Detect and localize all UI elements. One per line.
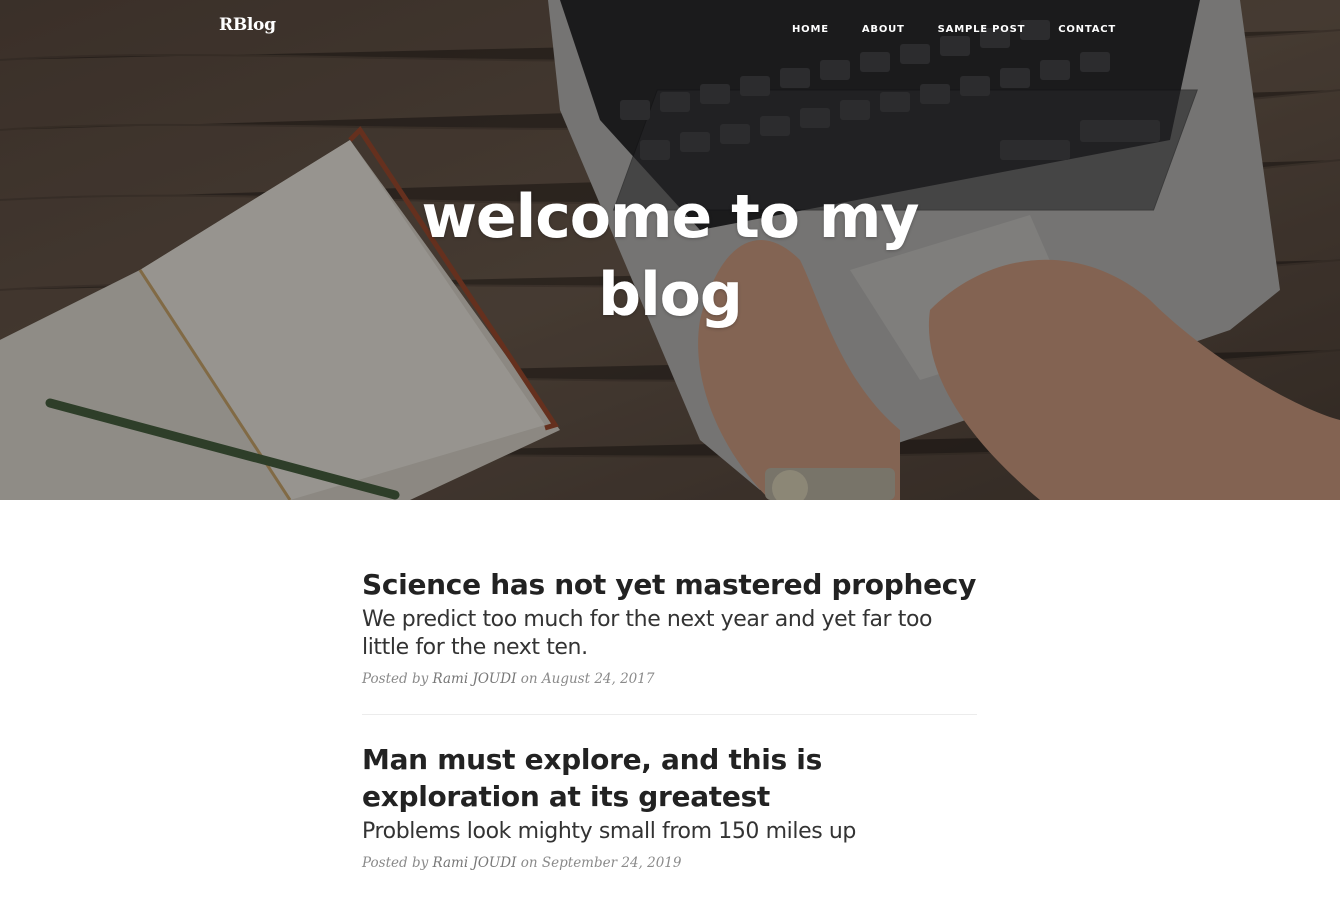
post-list: Science has not yet mastered prophecy We… bbox=[362, 566, 977, 871]
hero-title: welcome to my blog bbox=[370, 178, 970, 334]
nav-item-contact: CONTACT bbox=[1058, 19, 1116, 37]
post-item: Man must explore, and this is exploratio… bbox=[362, 741, 977, 871]
post-date: August 24, 2017 bbox=[541, 671, 655, 687]
post-meta-prefix: Posted by bbox=[362, 855, 429, 871]
post-link[interactable]: Man must explore, and this is exploratio… bbox=[362, 741, 977, 846]
post-meta-on: on bbox=[520, 671, 538, 687]
post-link[interactable]: Science has not yet mastered prophecy We… bbox=[362, 566, 977, 662]
hero-title-line2: blog bbox=[598, 260, 743, 330]
post-meta-prefix: Posted by bbox=[362, 671, 429, 687]
nav-item-sample-post: SAMPLE POST bbox=[938, 19, 1026, 37]
nav-item-about: ABOUT bbox=[862, 19, 905, 37]
post-meta-on: on bbox=[520, 855, 538, 871]
post-subtitle: We predict too much for the next year an… bbox=[362, 607, 933, 660]
nav-link-home[interactable]: HOME bbox=[792, 24, 829, 35]
post-title: Science has not yet mastered prophecy bbox=[362, 568, 977, 601]
brand-logo[interactable]: RBlog bbox=[219, 15, 276, 35]
post-subtitle: Problems look mighty small from 150 mile… bbox=[362, 819, 856, 844]
post-title: Man must explore, and this is exploratio… bbox=[362, 743, 822, 813]
nav-link-sample-post[interactable]: SAMPLE POST bbox=[938, 24, 1026, 35]
masthead: RBlog HOME ABOUT SAMPLE POST CONTACT wel… bbox=[0, 0, 1340, 500]
post-item: Science has not yet mastered prophecy We… bbox=[362, 566, 977, 687]
post-divider bbox=[362, 714, 977, 715]
nav-item-home: HOME bbox=[792, 19, 829, 37]
post-meta: Posted by Rami JOUDI on September 24, 20… bbox=[362, 855, 977, 871]
nav-link-contact[interactable]: CONTACT bbox=[1058, 24, 1116, 35]
post-author-link[interactable]: Rami JOUDI bbox=[433, 671, 517, 687]
nav-links: HOME ABOUT SAMPLE POST CONTACT bbox=[792, 19, 1116, 37]
navbar: RBlog HOME ABOUT SAMPLE POST CONTACT bbox=[0, 0, 1340, 52]
nav-link-about[interactable]: ABOUT bbox=[862, 24, 905, 35]
hero-title-line1: welcome to my bbox=[421, 182, 920, 252]
post-author-link[interactable]: Rami JOUDI bbox=[433, 855, 517, 871]
post-meta: Posted by Rami JOUDI on August 24, 2017 bbox=[362, 671, 977, 687]
post-date: September 24, 2019 bbox=[541, 855, 682, 871]
